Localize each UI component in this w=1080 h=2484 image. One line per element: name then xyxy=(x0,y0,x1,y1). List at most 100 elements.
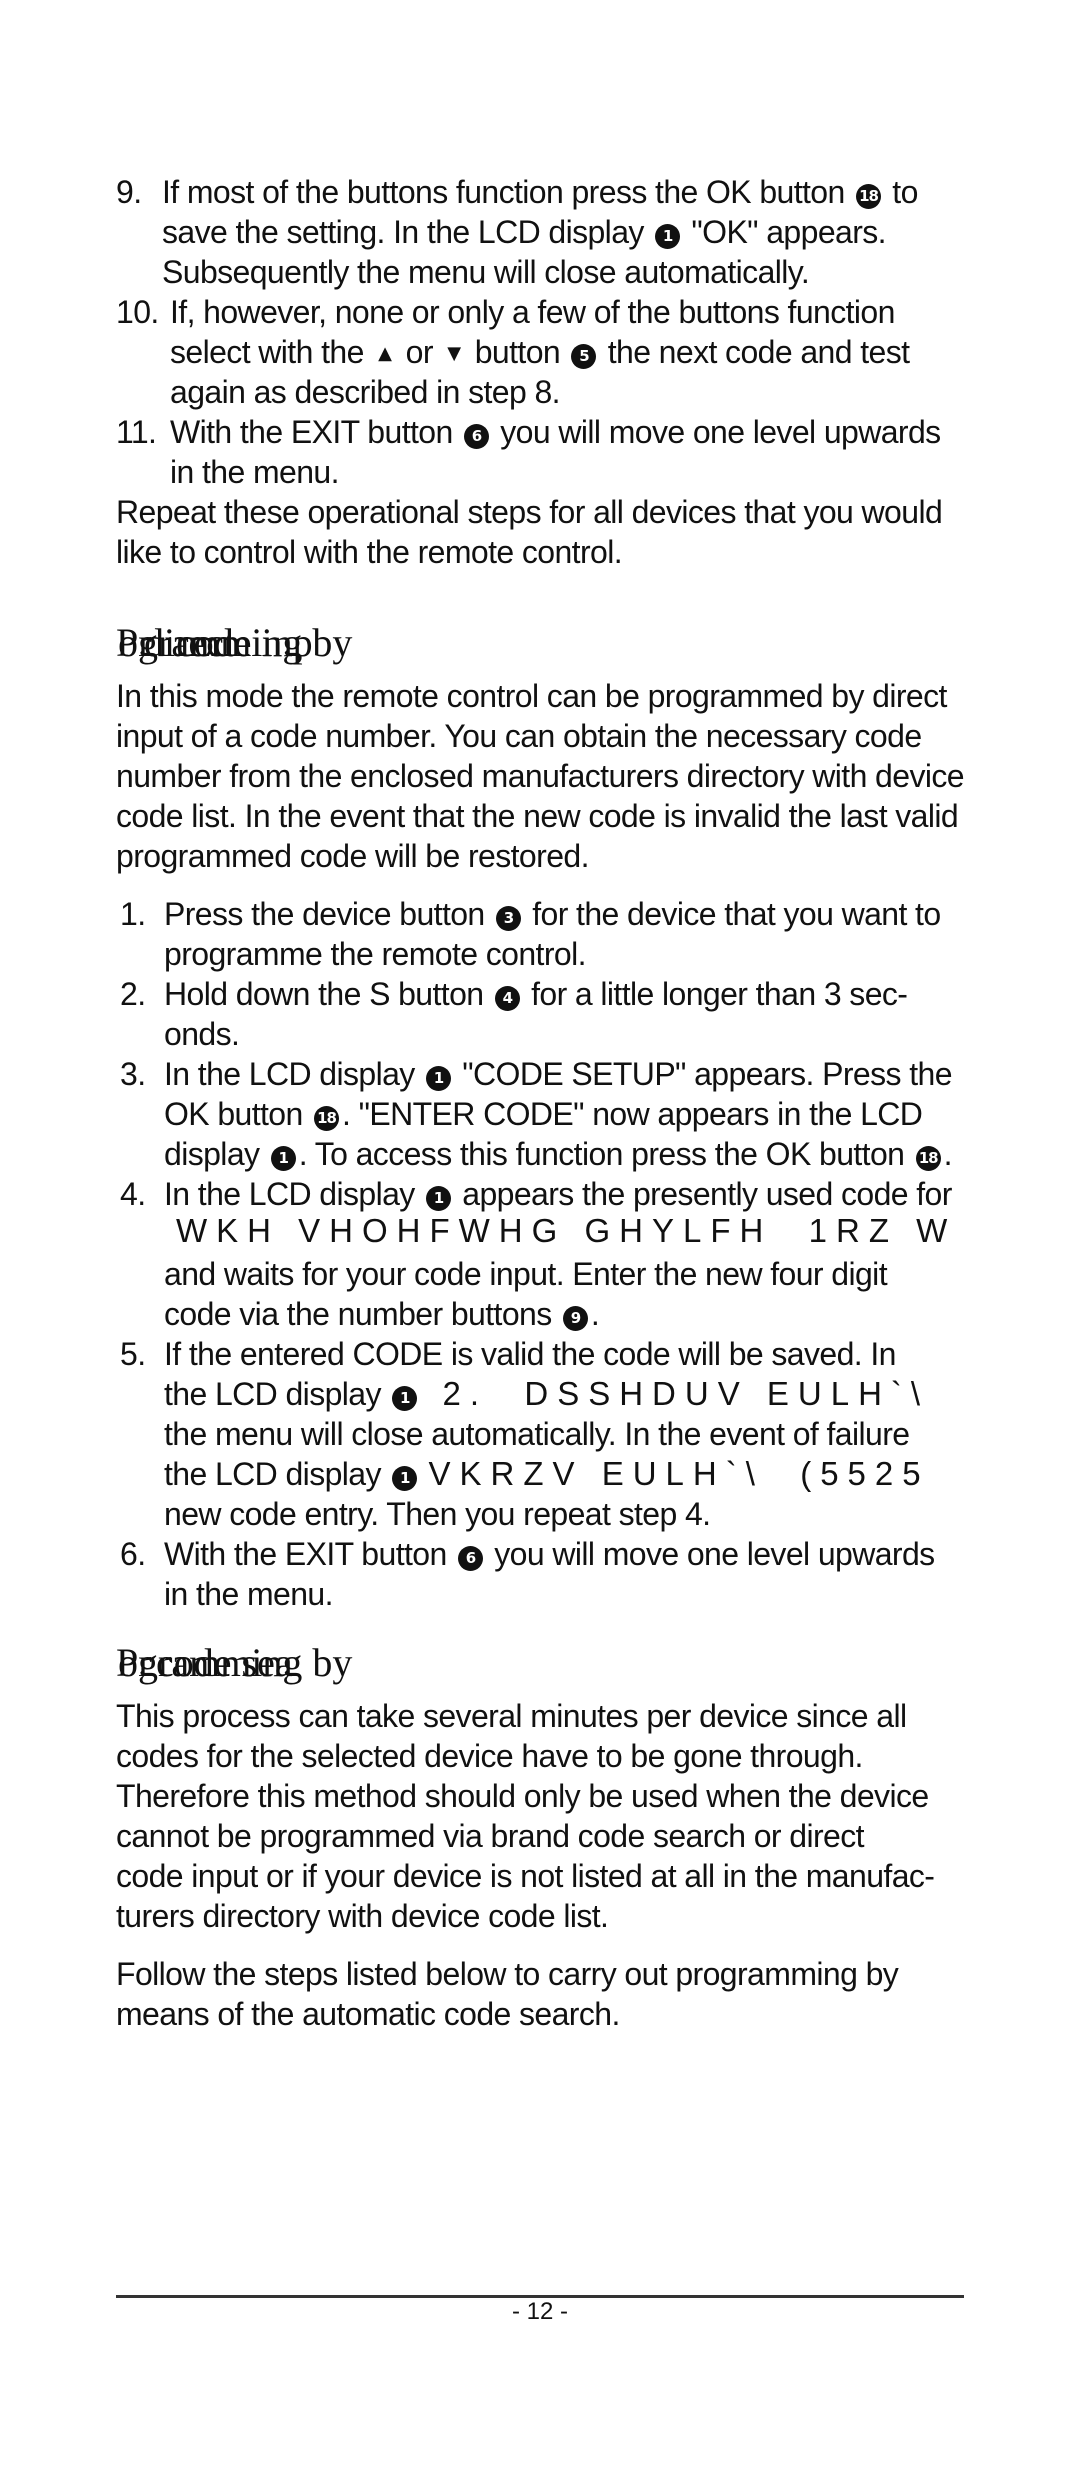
list-item-text: If most of the buttons function press th… xyxy=(162,172,918,212)
list-number: 4. xyxy=(120,1176,146,1212)
paragraph-line: turers directory with device code list. xyxy=(116,1898,609,1934)
arrow-button-badge-icon: 5 xyxy=(571,344,597,369)
paragraph-line: like to control with the remote control. xyxy=(116,534,623,570)
paragraph-line: Therefore this method should only be use… xyxy=(116,1778,929,1814)
list-item-text: programme the remote control. xyxy=(164,936,587,972)
list-item-text: save the setting. In the LCD display 1 "… xyxy=(162,212,887,252)
paragraph-line: number from the enclosed manufacturers d… xyxy=(116,758,965,794)
list-item-text: In the LCD display 1 "CODE SETUP" appear… xyxy=(164,1054,953,1094)
ok-button-badge-icon: 18 xyxy=(314,1106,339,1131)
list-item-text: select with the ▲ or ▼ button 5 the next… xyxy=(170,332,910,374)
list-item-text: Hold down the S button 4 for a little lo… xyxy=(164,974,908,1014)
list-item-text: In the LCD display 1 appears the present… xyxy=(164,1174,952,1214)
exit-button-badge-icon: 6 xyxy=(457,1546,483,1571)
text: "CODE SETUP" appears. Press the xyxy=(462,1056,952,1092)
list-item-text: If the entered CODE is valid the code wi… xyxy=(164,1336,896,1372)
list-item-text: display 1. To access this function press… xyxy=(164,1134,953,1174)
garbled-lcd-text: 2. DSSHDUV EULH`\ xyxy=(442,1375,930,1412)
text: . "ENTER CODE" now appears in the LCD xyxy=(342,1096,923,1132)
list-item-text: the menu will close automatically. In th… xyxy=(164,1416,910,1452)
list-number: 6. xyxy=(120,1536,146,1572)
ok-button-badge-icon: 18 xyxy=(915,1146,941,1171)
up-arrow-icon: ▲ xyxy=(378,343,392,364)
text: to xyxy=(892,174,918,210)
manual-page: 9. If most of the buttons function press… xyxy=(0,0,1080,2484)
text: select with the xyxy=(170,334,364,370)
list-item-text: in the menu. xyxy=(164,1576,334,1612)
section-heading-direct-code-input: Pr ogramming by direct code inp xyxy=(116,620,516,670)
paragraph-line: cannot be programmed via brand code sear… xyxy=(116,1818,865,1854)
text: the LCD display xyxy=(164,1456,382,1492)
text: With the EXIT button xyxy=(164,1536,447,1572)
down-arrow-icon: ▼ xyxy=(447,343,461,364)
page-number: - 12 - xyxy=(511,2298,568,2325)
paragraph-line: programmed code will be restored. xyxy=(116,838,589,874)
ok-button-badge-icon: 18 xyxy=(856,184,881,209)
list-item-text: With the EXIT button 6 you will move one… xyxy=(170,412,941,452)
section-heading-code-search: Pr ogramming by code sea xyxy=(116,1640,416,1690)
list-number: 5. xyxy=(120,1336,146,1372)
lcd-display-badge-icon: 1 xyxy=(425,1186,451,1211)
paragraph-line: means of the automatic code search. xyxy=(116,1996,620,2032)
text: display xyxy=(164,1136,260,1172)
text: code via the number buttons xyxy=(164,1296,552,1332)
list-item-text: If, however, none or only a few of the b… xyxy=(170,294,895,330)
text: OK button xyxy=(164,1096,303,1132)
paragraph-line: In this mode the remote control can be p… xyxy=(116,678,947,714)
text: In the LCD display xyxy=(164,1176,415,1212)
text: you will move one level upwards xyxy=(494,1536,935,1572)
text: . xyxy=(590,1296,600,1332)
number-buttons-badge-icon: 9 xyxy=(562,1306,588,1331)
text: Hold down the S button xyxy=(164,976,484,1012)
list-item-text: Subsequently the menu will close automat… xyxy=(162,254,810,290)
paragraph-line: code list. In the event that the new cod… xyxy=(116,798,959,834)
list-number: 1. xyxy=(120,896,146,932)
list-item-text: in the menu. xyxy=(170,454,340,490)
heading-fragment: code sea xyxy=(156,1640,293,1685)
lcd-display-badge-icon: 1 xyxy=(425,1066,451,1091)
text: Press the device button xyxy=(164,896,485,932)
text: save the setting. In the LCD display xyxy=(162,214,644,250)
list-item-text: OK button 18. "ENTER CODE" now appears i… xyxy=(164,1094,923,1134)
text: With the EXIT button xyxy=(170,414,453,450)
list-item-text: again as described in step 8. xyxy=(170,374,561,410)
list-number: 10. xyxy=(116,294,159,330)
text: button xyxy=(474,334,561,370)
paragraph-line: codes for the selected device have to be… xyxy=(116,1738,863,1774)
paragraph-line: Repeat these operational steps for all d… xyxy=(116,494,943,530)
list-item-text: the LCD display 1 2. DSSHDUV EULH`\ xyxy=(164,1374,929,1414)
text: for the device that you want to xyxy=(532,896,941,932)
text: If most of the buttons function press th… xyxy=(162,174,845,210)
s-button-badge-icon: 4 xyxy=(494,986,520,1011)
garbled-lcd-text: WKH VHOHFWHG GHYLFH 1RZ W xyxy=(176,1212,957,1249)
text: In the LCD display xyxy=(164,1056,415,1092)
list-item-text: and waits for your code input. Enter the… xyxy=(164,1256,888,1292)
text: . To access this function press the OK b… xyxy=(298,1136,905,1172)
list-item-text: With the EXIT button 6 you will move one… xyxy=(164,1534,935,1574)
text: the next code and test xyxy=(607,334,910,370)
lcd-display-badge-icon: 1 xyxy=(392,1386,418,1411)
lcd-display-badge-icon: 1 xyxy=(392,1466,418,1491)
text: for a little longer than 3 sec- xyxy=(531,976,908,1012)
garbled-lcd-text: VKRZV EULH`\ (5525 xyxy=(428,1455,930,1492)
list-item-text: new code entry. Then you repeat step 4. xyxy=(164,1496,711,1532)
exit-button-badge-icon: 6 xyxy=(463,424,489,449)
heading-fragment: code inp xyxy=(176,620,313,665)
paragraph-line: Follow the steps listed below to carry o… xyxy=(116,1956,899,1992)
lcd-display-badge-icon: 1 xyxy=(655,224,681,249)
list-number: 9. xyxy=(116,174,142,210)
list-number: 11. xyxy=(116,414,157,450)
text: . xyxy=(943,1136,953,1172)
list-number: 3. xyxy=(120,1056,146,1092)
paragraph-line: code input or if your device is not list… xyxy=(116,1858,935,1894)
lcd-display-badge-icon: 1 xyxy=(270,1146,296,1171)
text: "OK" appears. xyxy=(691,214,886,250)
paragraph-line: input of a code number. You can obtain t… xyxy=(116,718,922,754)
list-item-text: Press the device button 3 for the device… xyxy=(164,894,941,934)
list-number: 2. xyxy=(120,976,146,1012)
text: appears the presently used code for xyxy=(462,1176,952,1212)
list-item-text: code via the number buttons 9. xyxy=(164,1294,600,1334)
text: the LCD display xyxy=(164,1376,382,1412)
list-item-text: the LCD display 1 VKRZV EULH`\ (5525 xyxy=(164,1454,930,1494)
text: you will move one level upwards xyxy=(500,414,941,450)
